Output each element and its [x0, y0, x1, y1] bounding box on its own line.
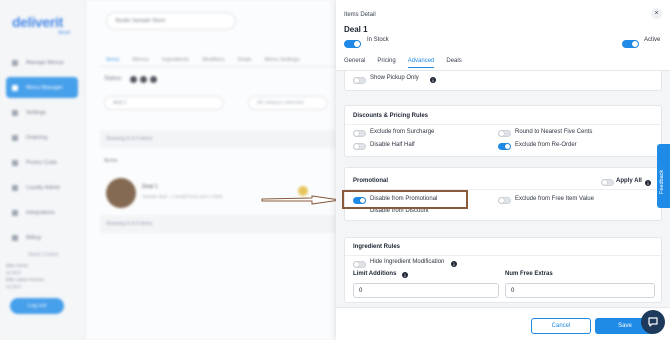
panel-title: Deal 1 — [344, 25, 368, 34]
exclude-free-item-label: Exclude from Free Item Value — [515, 196, 594, 202]
modal-dim-overlay — [0, 0, 336, 340]
tab-deals[interactable]: Deals — [446, 58, 461, 68]
show-pickup-only-label: Show Pickup Only — [370, 75, 419, 81]
annotation-highlight-box — [342, 190, 468, 209]
feedback-label: Feedback — [659, 169, 665, 194]
feedback-tab[interactable]: Feedback — [657, 144, 670, 208]
disable-half-half-label: Disable Half Half — [370, 142, 415, 148]
limit-additions-input[interactable]: 0 — [353, 283, 499, 298]
card-divider — [345, 124, 663, 125]
exclude-free-item-toggle[interactable] — [498, 197, 511, 204]
limit-additions-label: Limit Additions — [353, 271, 397, 277]
tab-general[interactable]: General — [344, 58, 365, 68]
apply-all-label: Apply All — [616, 178, 642, 184]
round-five-cents-label: Round to Nearest Five Cents — [515, 129, 593, 135]
discounts-card: Discounts & Pricing Rules Exclude from S… — [344, 105, 663, 157]
tab-pricing[interactable]: Pricing — [377, 58, 395, 68]
info-icon[interactable]: i — [402, 272, 408, 278]
disable-half-half-toggle[interactable] — [353, 143, 366, 150]
panel-tabs: General Pricing Advanced Deals — [344, 58, 474, 68]
close-icon[interactable]: × — [651, 8, 662, 19]
hide-modification-label: Hide Ingredient Modification — [370, 259, 445, 265]
num-free-extras-label: Num Free Extras — [505, 271, 553, 277]
show-pickup-only-toggle[interactable] — [353, 77, 366, 84]
num-free-extras-input[interactable]: 0 — [505, 283, 655, 298]
in-stock-toggle[interactable] — [344, 40, 361, 48]
panel-footer: Cancel Save — [336, 307, 670, 340]
apply-all-toggle[interactable] — [601, 179, 614, 186]
visibility-card: Show Pickup Only i — [344, 71, 662, 91]
info-icon[interactable]: i — [645, 180, 651, 186]
cancel-button[interactable]: Cancel — [531, 318, 591, 334]
hide-modification-toggle[interactable] — [353, 261, 366, 268]
active-toggle[interactable] — [622, 40, 639, 48]
item-detail-panel: Items Detail × Deal 1 In Stock Active Ge… — [336, 0, 670, 340]
exclude-surcharge-toggle[interactable] — [353, 130, 366, 137]
chat-icon — [648, 317, 658, 327]
discounts-heading: Discounts & Pricing Rules — [353, 113, 429, 119]
in-stock-label: In Stock — [367, 37, 389, 43]
ingredient-rules-card: Ingredient Rules Hide Ingredient Modific… — [344, 237, 663, 303]
annotation-arrow-icon — [261, 195, 341, 205]
ingredient-rules-heading: Ingredient Rules — [353, 244, 401, 250]
panel-header-label: Items Detail — [344, 12, 376, 18]
round-five-cents-toggle[interactable] — [498, 130, 511, 137]
exclude-reorder-toggle[interactable] — [498, 143, 511, 150]
active-label: Active — [644, 37, 661, 43]
info-icon[interactable]: i — [430, 77, 436, 83]
exclude-reorder-label: Exclude from Re-Order — [515, 142, 577, 148]
card-divider — [345, 255, 663, 256]
chat-button[interactable] — [641, 310, 665, 334]
advanced-settings-scroll[interactable]: Show Pickup Only i Discounts & Pricing R… — [336, 71, 670, 307]
tab-advanced[interactable]: Advanced — [407, 58, 435, 68]
info-icon[interactable]: i — [451, 261, 457, 267]
promotional-heading: Promotional — [353, 178, 389, 184]
exclude-surcharge-label: Exclude from Surcharge — [370, 129, 435, 135]
